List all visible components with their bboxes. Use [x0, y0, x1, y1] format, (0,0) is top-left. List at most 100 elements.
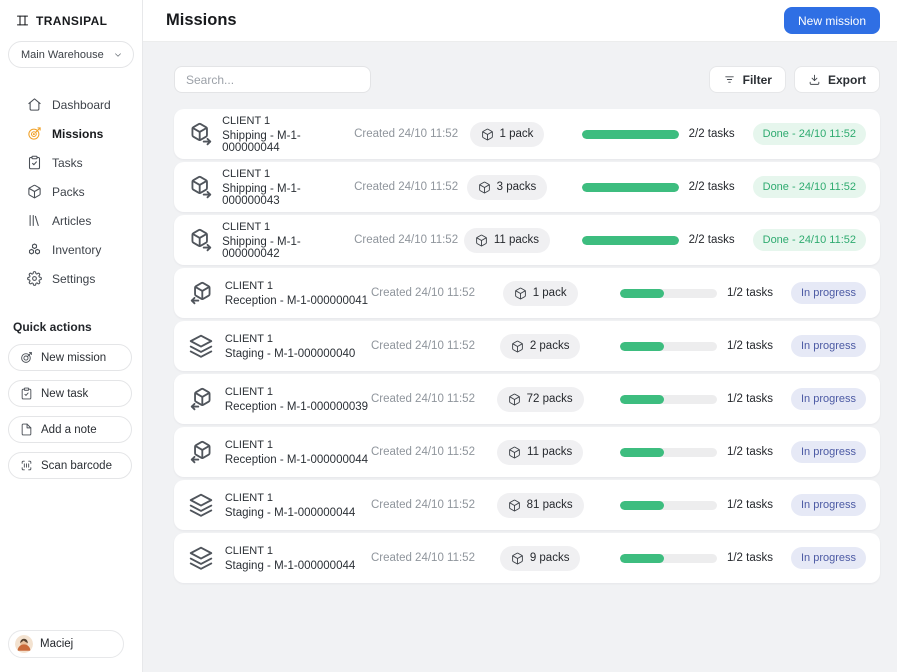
user-profile[interactable]: Maciej	[8, 630, 124, 658]
tasks-progress-bar	[582, 130, 679, 139]
mission-row[interactable]: CLIENT 1 Staging - M-1-000000040 Created…	[174, 321, 880, 371]
sidebar-item-packs[interactable]: Packs	[0, 177, 142, 206]
clipboard-icon	[20, 387, 33, 400]
pack-count-badge: 1 pack	[470, 122, 545, 147]
toolbar: Filter Export	[174, 66, 880, 93]
mission-row[interactable]: CLIENT 1 Reception - M-1-000000044 Creat…	[174, 427, 880, 477]
sidebar-item-tasks[interactable]: Tasks	[0, 148, 142, 177]
mission-row[interactable]: CLIENT 1 Reception - M-1-000000039 Creat…	[174, 374, 880, 424]
tasks-progress-fill	[620, 289, 664, 298]
home-icon	[27, 97, 42, 112]
tasks-progress-fill	[620, 342, 664, 351]
mission-name: Reception - M-1-000000039	[225, 401, 371, 413]
tasks-progress-fill	[620, 395, 664, 404]
mission-created: Created 24/10 11:52	[354, 181, 458, 193]
tasks-progress-bar	[620, 395, 717, 404]
sidebar-item-label: Dashboard	[52, 98, 111, 112]
tasks-progress-fill	[582, 183, 679, 192]
staging-layers-icon	[188, 492, 214, 518]
mission-name: Shipping - M-1-000000043	[222, 183, 354, 207]
sidebar-item-articles[interactable]: Articles	[0, 206, 142, 235]
mission-client: CLIENT 1	[222, 221, 354, 233]
search-input[interactable]	[174, 66, 371, 93]
transipal-logo-icon	[15, 13, 30, 28]
mission-created: Created 24/10 11:52	[371, 340, 486, 352]
mission-row[interactable]: CLIENT 1 Shipping - M-1-000000044 Create…	[174, 109, 880, 159]
sidebar-item-label: Packs	[52, 185, 85, 199]
tasks-progress-bar	[620, 554, 717, 563]
download-icon	[808, 73, 821, 86]
pack-icon	[511, 552, 524, 565]
tasks-count: 1/2 tasks	[727, 552, 781, 564]
sidebar-item-label: Inventory	[52, 243, 101, 257]
mission-row[interactable]: CLIENT 1 Reception - M-1-000000041 Creat…	[174, 268, 880, 318]
mission-client: CLIENT 1	[225, 386, 371, 398]
mission-name: Staging - M-1-000000040	[225, 348, 371, 360]
mission-client: CLIENT 1	[225, 280, 371, 292]
chevron-down-icon	[113, 50, 123, 60]
status-badge: Done - 24/10 11:52	[753, 229, 866, 251]
status-badge: In progress	[791, 282, 866, 304]
quick-action-add-note[interactable]: Add a note	[8, 416, 132, 443]
sidebar-item-label: Missions	[52, 127, 103, 141]
quick-action-label: Scan barcode	[41, 460, 112, 472]
target-icon	[20, 351, 33, 364]
sidebar-item-missions[interactable]: Missions	[0, 119, 142, 148]
tasks-count: 1/2 tasks	[727, 446, 781, 458]
mission-created: Created 24/10 11:52	[354, 128, 458, 140]
pack-icon	[508, 499, 521, 512]
tasks-progress-fill	[620, 448, 664, 457]
tasks-count: 1/2 tasks	[727, 393, 781, 405]
main-area: Missions New mission Filter	[143, 0, 897, 672]
tasks-progress-bar	[582, 236, 679, 245]
status-badge: In progress	[791, 494, 866, 516]
quick-action-new-mission[interactable]: New mission	[8, 344, 132, 371]
shipping-box-icon	[188, 174, 214, 200]
sidebar-item-settings[interactable]: Settings	[0, 264, 142, 293]
mission-row[interactable]: CLIENT 1 Shipping - M-1-000000043 Create…	[174, 162, 880, 212]
tasks-progress-fill	[582, 130, 679, 139]
tasks-count: 1/2 tasks	[727, 340, 781, 352]
mission-name: Staging - M-1-000000044	[225, 560, 371, 572]
status-badge: In progress	[791, 335, 866, 357]
pack-count-label: 3 packs	[497, 181, 537, 193]
pack-count-badge: 11 packs	[464, 228, 550, 253]
sidebar-item-dashboard[interactable]: Dashboard	[0, 90, 142, 119]
quick-actions-heading: Quick actions	[13, 320, 142, 334]
mission-created: Created 24/10 11:52	[371, 446, 486, 458]
pack-count-label: 2 packs	[530, 340, 570, 352]
pack-count-label: 11 packs	[494, 234, 539, 246]
pack-icon	[511, 340, 524, 353]
mission-client: CLIENT 1	[225, 492, 371, 504]
warehouse-selector[interactable]: Main Warehouse	[8, 41, 134, 68]
tasks-progress-fill	[620, 501, 664, 510]
mission-client: CLIENT 1	[222, 168, 354, 180]
box-icon	[27, 184, 42, 199]
quick-action-scan-barcode[interactable]: Scan barcode	[8, 452, 132, 479]
export-button-label: Export	[828, 73, 866, 87]
mission-row[interactable]: CLIENT 1 Staging - M-1-000000044 Created…	[174, 480, 880, 530]
mission-name: Shipping - M-1-000000042	[222, 236, 354, 260]
pack-count-badge: 9 packs	[500, 546, 581, 571]
tasks-progress-fill	[582, 236, 679, 245]
pack-count-label: 1 pack	[533, 287, 567, 299]
mission-client: CLIENT 1	[225, 545, 371, 557]
filter-button[interactable]: Filter	[709, 66, 786, 93]
brand-name: TRANSIPAL	[36, 14, 107, 28]
mission-created: Created 24/10 11:52	[371, 393, 486, 405]
export-button[interactable]: Export	[794, 66, 880, 93]
target-icon	[27, 126, 42, 141]
tasks-progress-bar	[620, 289, 717, 298]
mission-row[interactable]: CLIENT 1 Staging - M-1-000000044 Created…	[174, 533, 880, 583]
sidebar-item-inventory[interactable]: Inventory	[0, 235, 142, 264]
quick-action-new-task[interactable]: New task	[8, 380, 132, 407]
pack-icon	[478, 181, 491, 194]
sidebar-item-label: Articles	[52, 214, 91, 228]
brand-logo: TRANSIPAL	[0, 0, 142, 38]
pack-icon	[481, 128, 494, 141]
new-mission-button[interactable]: New mission	[784, 7, 880, 34]
tasks-progress-bar	[620, 501, 717, 510]
tasks-progress-bar	[582, 183, 679, 192]
mission-row[interactable]: CLIENT 1 Shipping - M-1-000000042 Create…	[174, 215, 880, 265]
mission-created: Created 24/10 11:52	[371, 287, 486, 299]
